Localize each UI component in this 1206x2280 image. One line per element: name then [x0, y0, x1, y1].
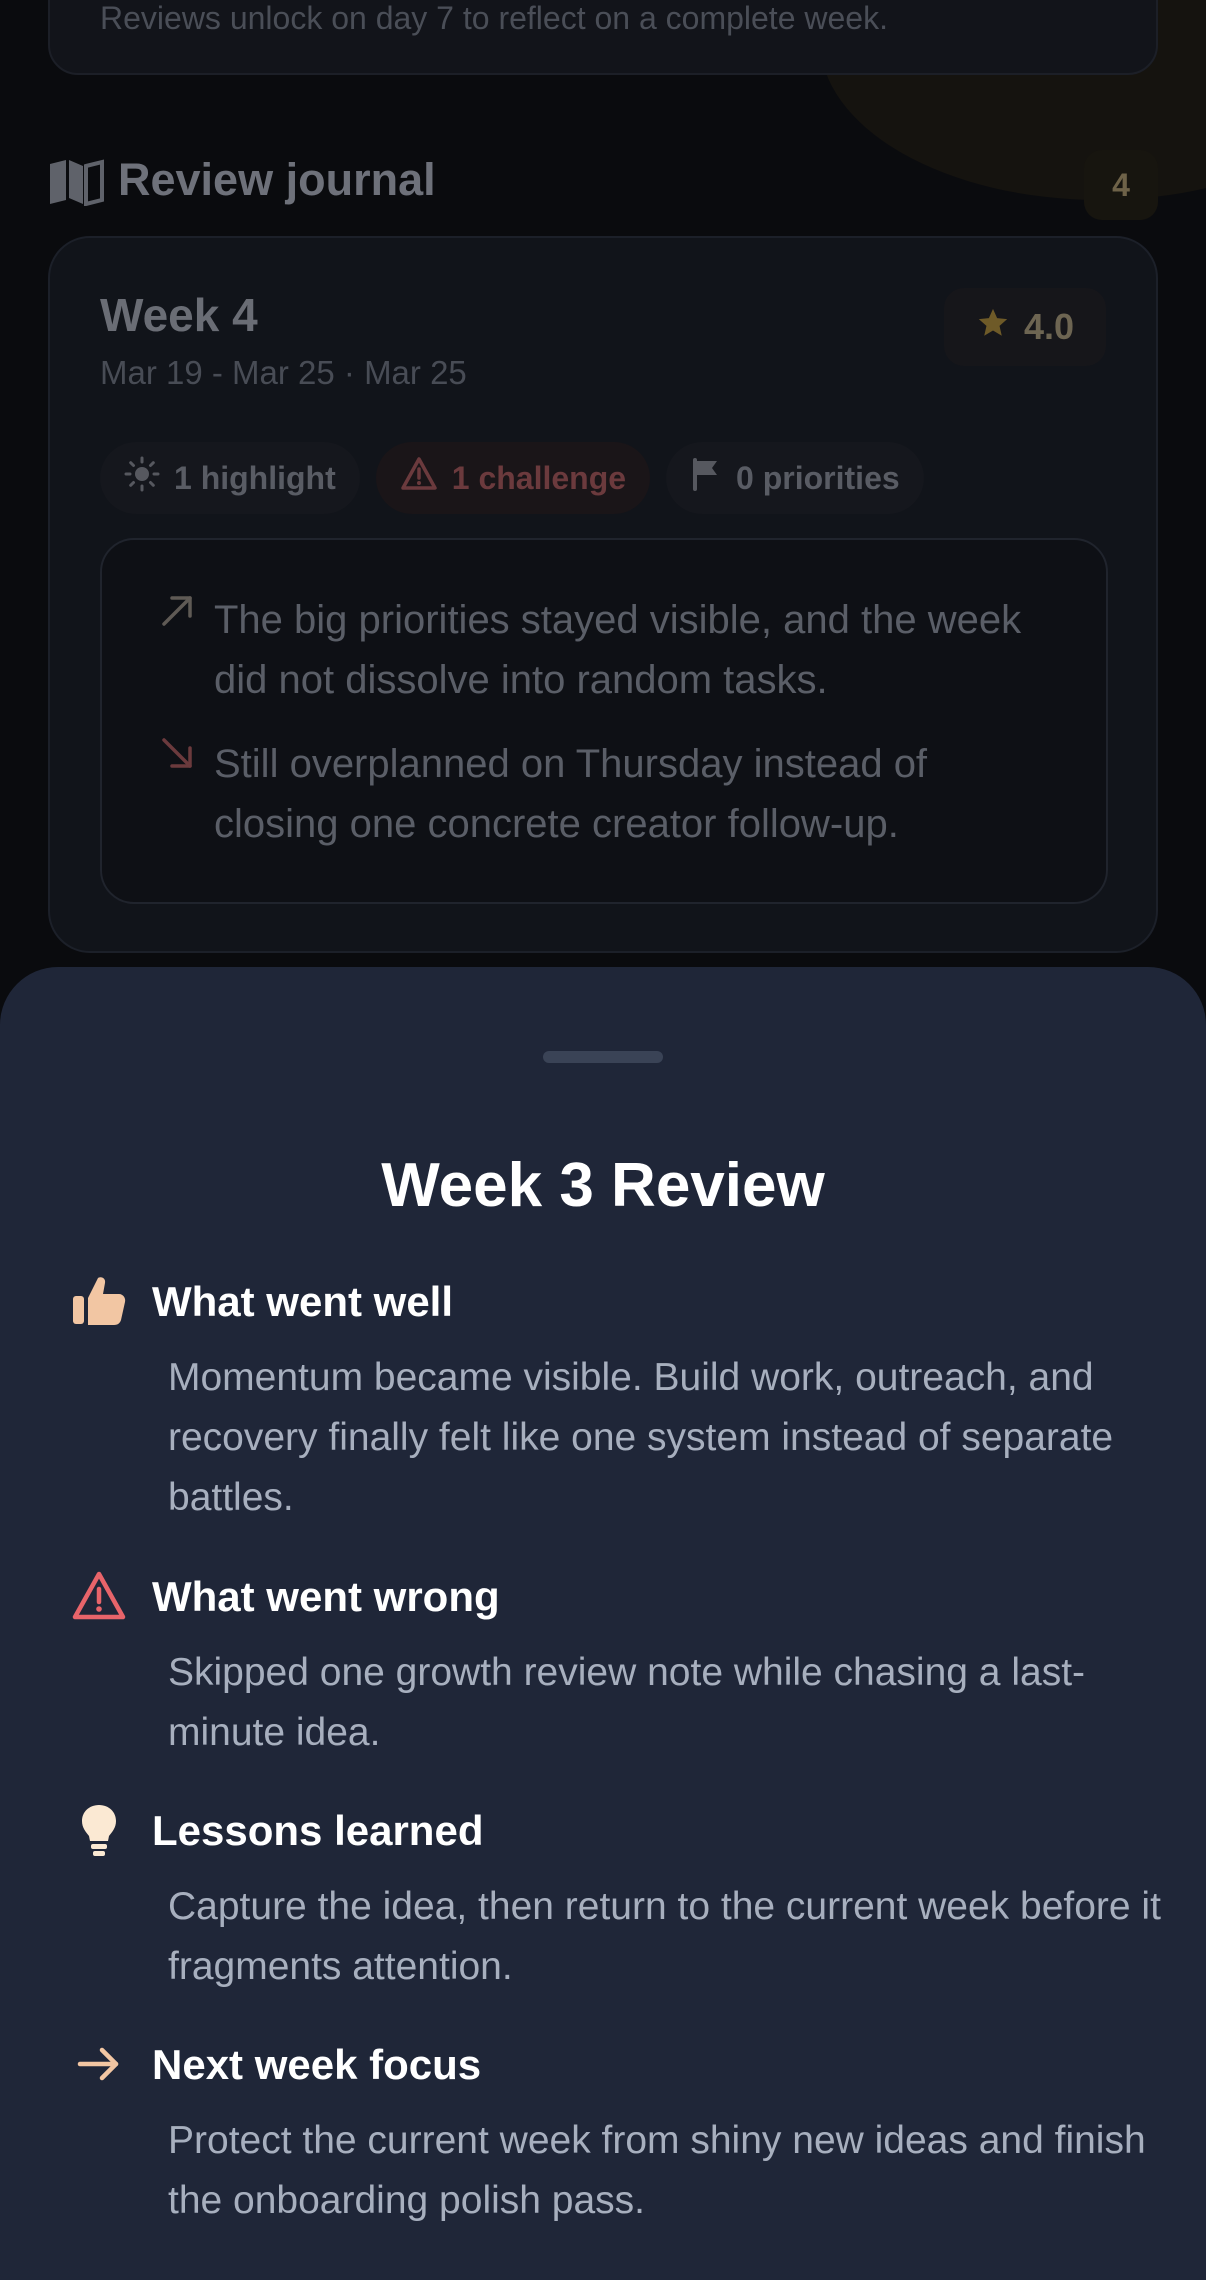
- lightbulb-icon: [70, 1801, 128, 1859]
- week-notes-box: The big priorities stayed visible, and t…: [100, 538, 1108, 904]
- warning-icon: [70, 1567, 128, 1625]
- priorities-chip-label: 0 priorities: [736, 459, 900, 496]
- week-card-dates: Mar 19 - Mar 25 · Mar 25: [100, 354, 467, 391]
- week-stat-chips: 1 highlight 1 challenge 0 priorities: [100, 442, 924, 514]
- sun-icon: [124, 456, 160, 500]
- week-review-sheet[interactable]: Week 3 Review What went well Momentum be…: [0, 967, 1206, 2280]
- challenge-chip: 1 challenge: [375, 442, 651, 514]
- review-journal-header: Review journal 4: [48, 150, 1158, 220]
- review-count-badge: 4: [1084, 150, 1158, 220]
- section-next-focus-title: Next week focus: [152, 2041, 482, 2088]
- review-unlock-card: Reviews unlock on day 7 to reflect on a …: [48, 0, 1158, 75]
- warning-icon: [400, 456, 438, 500]
- screen: Reviews unlock on day 7 to reflect on a …: [0, 0, 1206, 2280]
- note-up-text: The big priorities stayed visible, and t…: [214, 598, 1022, 702]
- week-4-card[interactable]: Week 4 Mar 19 - Mar 25 · Mar 25 4.0 1 hi…: [48, 236, 1158, 953]
- highlight-chip-label: 1 highlight: [174, 459, 336, 496]
- section-lessons-title: Lessons learned: [152, 1807, 484, 1854]
- section-went-well-title: What went well: [152, 1278, 454, 1325]
- highlight-chip: 1 highlight: [100, 442, 360, 514]
- section-next-focus-body: Protect the current week from shiny new …: [168, 2119, 1146, 2222]
- sheet-title: Week 3 Review: [381, 1151, 825, 1220]
- section-went-wrong-title: What went wrong: [152, 1573, 500, 1620]
- challenge-chip-label: 1 challenge: [451, 459, 627, 496]
- arrow-up-right-icon: [158, 590, 198, 635]
- star-icon: [976, 306, 1010, 349]
- week-card-title: Week 4: [100, 289, 258, 341]
- rating-value: 4.0: [1023, 306, 1075, 347]
- section-went-wrong-body: Skipped one growth review note while cha…: [168, 1651, 1086, 1754]
- section-lessons-body: Capture the idea, then return to the cur…: [168, 1885, 1161, 1988]
- rating-badge: 4.0: [944, 288, 1106, 366]
- arrow-right-icon: [70, 2035, 128, 2093]
- note-down-text: Still overplanned on Thursday instead of…: [214, 742, 928, 846]
- sheet-drag-handle[interactable]: [543, 1051, 663, 1063]
- book-open-icon: [48, 158, 104, 211]
- priorities-chip: 0 priorities: [666, 442, 924, 514]
- flag-icon: [690, 457, 722, 499]
- background-content: Reviews unlock on day 7 to reflect on a …: [0, 0, 1206, 1000]
- arrow-down-right-icon: [158, 734, 198, 779]
- section-went-well-body: Momentum became visible. Build work, out…: [168, 1356, 1114, 1519]
- thumbs-up-icon: [70, 1272, 128, 1330]
- review-journal-title: Review journal: [118, 154, 436, 205]
- review-unlock-text: Reviews unlock on day 7 to reflect on a …: [100, 0, 888, 36]
